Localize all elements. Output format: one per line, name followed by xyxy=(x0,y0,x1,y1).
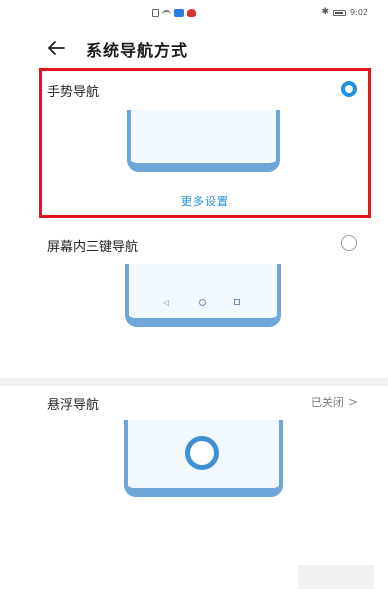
floating-navigation-status[interactable]: 已关闭 > xyxy=(311,394,358,410)
floating-navigation-label[interactable]: 悬浮导航 xyxy=(47,394,99,413)
nav-back-key-icon: ◁ xyxy=(163,298,170,307)
floating-ball-icon xyxy=(185,436,219,470)
status-time: 9:02 xyxy=(350,8,368,17)
status-left-icons xyxy=(152,9,196,17)
gesture-option-highlight xyxy=(39,68,371,218)
back-arrow-icon[interactable] xyxy=(46,38,66,58)
battery-icon xyxy=(333,9,347,16)
three-key-phone-screen xyxy=(129,264,277,318)
chevron-right-icon: > xyxy=(347,395,358,409)
three-key-navigation-label[interactable]: 屏幕内三键导航 xyxy=(47,236,138,255)
section-divider xyxy=(0,378,388,386)
nav-home-key-icon xyxy=(199,299,206,306)
status-right-icons: ✱ 9:02 xyxy=(321,7,368,18)
three-key-nav-bar: ◁ xyxy=(129,298,277,308)
bluetooth-icon: ✱ xyxy=(321,7,330,17)
three-key-navigation-radio[interactable] xyxy=(341,235,357,251)
status-bar: ✱ 9:02 xyxy=(0,0,388,24)
nav-recent-key-icon xyxy=(234,299,240,305)
watermark xyxy=(298,565,374,589)
blue-app-icon xyxy=(174,9,184,17)
page-title: 系统导航方式 xyxy=(86,41,189,60)
document-icon xyxy=(152,9,159,17)
wifi-icon xyxy=(162,10,171,16)
floating-status-text: 已关闭 xyxy=(310,396,344,409)
header: 系统导航方式 xyxy=(0,30,388,66)
red-app-icon xyxy=(187,9,196,17)
